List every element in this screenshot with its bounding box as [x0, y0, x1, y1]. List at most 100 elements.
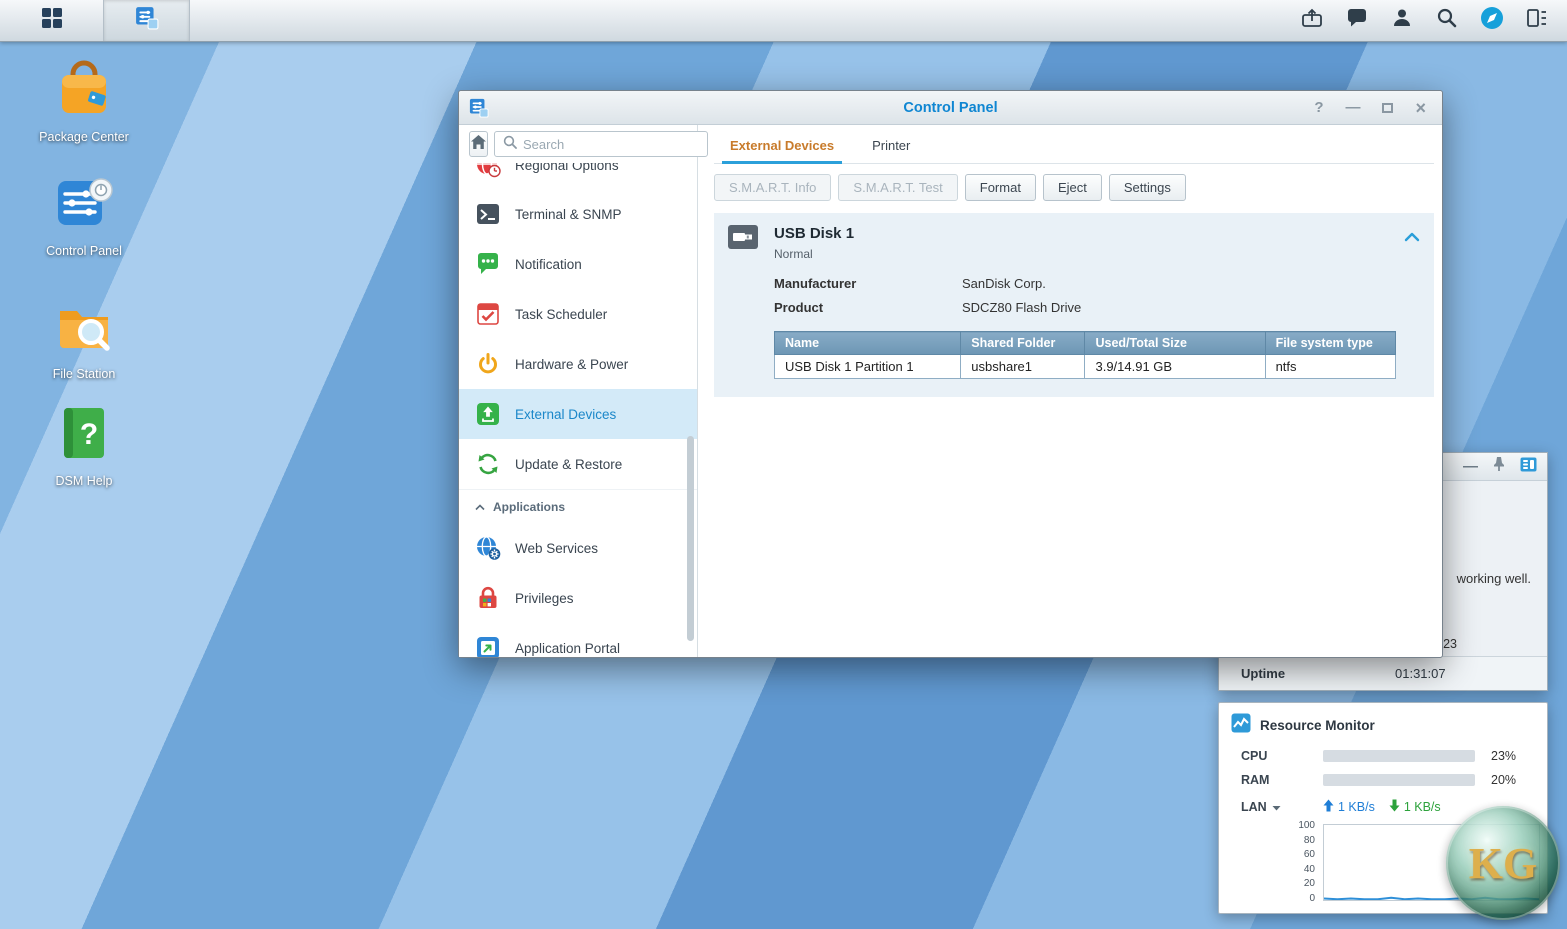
table-row[interactable]: USB Disk 1 Partition 1 usbshare1 3.9/14.… [775, 355, 1396, 379]
sidebar-item-label: Hardware & Power [515, 357, 628, 372]
sidebar-item-label: Update & Restore [515, 457, 622, 472]
cpu-bar [1323, 750, 1475, 762]
sidebar-item-label: Regional Options [515, 163, 619, 173]
control-panel-mini-icon [135, 6, 159, 35]
help-icon[interactable]: ? [1314, 100, 1323, 115]
watermark-logo: KG [1446, 806, 1560, 920]
sidebar-header [459, 125, 697, 163]
cell-filesystem: ntfs [1265, 355, 1395, 379]
desktop-icon-label: File Station [53, 367, 116, 383]
device-name: USB Disk 1 [774, 225, 854, 242]
sidebar-item-notification[interactable]: Notification [459, 239, 697, 289]
table-header-row: Name Shared Folder Used/Total Size File … [775, 332, 1396, 355]
desktop-icon-control-panel[interactable]: Control Panel [24, 172, 144, 260]
window-titlebar[interactable]: Control Panel ? — × [459, 91, 1442, 125]
sidebar-item-task-scheduler[interactable]: Task Scheduler [459, 289, 697, 339]
svg-text:?: ? [80, 418, 98, 451]
device-status: Normal [774, 247, 854, 261]
download-arrow-icon [1389, 799, 1400, 815]
external-device-tray-button[interactable] [1289, 0, 1334, 41]
ram-label: RAM [1241, 773, 1323, 787]
sidebar-section-applications[interactable]: Applications [459, 489, 697, 523]
lan-stats: 1 KB/s 1 KB/s [1323, 799, 1441, 815]
desktop-icon-file-station[interactable]: File Station [24, 295, 144, 383]
search-input[interactable] [523, 137, 699, 152]
settings-button[interactable]: Settings [1109, 174, 1186, 201]
search-icon [503, 135, 517, 154]
usb-device-icon [728, 225, 758, 254]
window-controls: ? — × [1314, 99, 1442, 117]
terminal-icon [475, 201, 501, 227]
sidebar-item-update-restore[interactable]: Update & Restore [459, 439, 697, 489]
y-tick: 20 [1219, 878, 1315, 889]
column-header: Name [775, 332, 961, 355]
lan-chart-y-axis: 100 80 60 40 20 0 [1219, 820, 1323, 904]
sidebar-item-terminal-snmp[interactable]: Terminal & SNMP [459, 189, 697, 239]
taskbar-tray [1289, 0, 1567, 41]
open-app-control-panel-button[interactable] [104, 0, 190, 41]
main-menu-button[interactable] [0, 0, 104, 41]
help-button[interactable] [1469, 0, 1514, 41]
partition-table: Name Shared Folder Used/Total Size File … [774, 331, 1396, 379]
panel-toggle-icon[interactable] [1520, 457, 1537, 477]
widget-minimize-icon[interactable]: — [1463, 459, 1478, 474]
maximize-icon[interactable] [1382, 103, 1393, 113]
sidebar-item-hardware-power[interactable]: Hardware & Power [459, 339, 697, 389]
tab-external-devices[interactable]: External Devices [714, 129, 850, 163]
sidebar-scrollbar-thumb[interactable] [687, 436, 694, 641]
lan-caret-icon [1272, 800, 1281, 814]
button-label: S.M.A.R.T. Test [853, 180, 942, 195]
chat-bubble-icon [1345, 6, 1369, 35]
sidebar-item-privileges[interactable]: Privileges [459, 573, 697, 623]
collapse-chevron-icon[interactable] [1404, 229, 1420, 247]
eject-button[interactable]: Eject [1043, 174, 1102, 201]
desktop-icon-dsm-help[interactable]: ? DSM Help [24, 402, 144, 490]
usb-tray-icon [1300, 6, 1324, 35]
watermark-letters: KG [1469, 838, 1537, 889]
widgets-button[interactable] [1514, 0, 1559, 41]
help-compass-icon [1479, 5, 1505, 36]
control-panel-icon [53, 172, 115, 239]
user-menu-button[interactable] [1379, 0, 1424, 41]
sidebar-search[interactable] [494, 131, 708, 157]
resource-monitor-title: Resource Monitor [1260, 718, 1375, 733]
lan-upload-value: 1 KB/s [1338, 800, 1375, 814]
home-button[interactable] [469, 131, 488, 157]
minimize-icon[interactable]: — [1345, 100, 1360, 115]
task-scheduler-icon [475, 301, 501, 327]
external-devices-icon [475, 401, 501, 427]
button-label: Format [980, 180, 1021, 195]
resource-monitor-icon [1231, 713, 1251, 738]
smart-test-button: S.M.A.R.T. Test [838, 174, 957, 201]
sidebar-item-external-devices[interactable]: External Devices [459, 389, 697, 439]
sidebar-item-regional-options[interactable]: Regional Options [459, 163, 697, 189]
close-icon[interactable]: × [1415, 99, 1426, 117]
sidebar-item-label: Task Scheduler [515, 307, 607, 322]
desktop-icon-package-center[interactable]: Package Center [24, 58, 144, 146]
column-header: Shared Folder [961, 332, 1085, 355]
sidebar-item-label: External Devices [515, 407, 616, 422]
cpu-value: 23% [1491, 749, 1516, 763]
notification-icon [475, 251, 501, 277]
sidebar-list: Regional Options Terminal & SNMP Notific… [459, 163, 697, 657]
health-status-text: working well. [1457, 571, 1531, 586]
format-button[interactable]: Format [965, 174, 1036, 201]
tab-printer[interactable]: Printer [856, 129, 926, 163]
y-tick: 80 [1219, 835, 1315, 846]
uptime-label: Uptime [1241, 666, 1285, 681]
sidebar-item-application-portal[interactable]: Application Portal [459, 623, 697, 657]
notifications-button[interactable] [1334, 0, 1379, 41]
cpu-label: CPU [1241, 749, 1323, 763]
pin-icon[interactable] [1492, 456, 1506, 477]
privileges-icon [475, 585, 501, 611]
button-label: Eject [1058, 180, 1087, 195]
lan-selector[interactable]: LAN [1241, 800, 1323, 814]
web-services-icon [475, 535, 501, 561]
sidebar-item-web-services[interactable]: Web Services [459, 523, 697, 573]
power-icon [475, 351, 501, 377]
y-tick: 40 [1219, 864, 1315, 875]
search-button[interactable] [1424, 0, 1469, 41]
window-app-icon [469, 98, 489, 118]
y-tick: 100 [1219, 820, 1315, 831]
uptime-row: Uptime 01:31:07 [1219, 656, 1547, 690]
